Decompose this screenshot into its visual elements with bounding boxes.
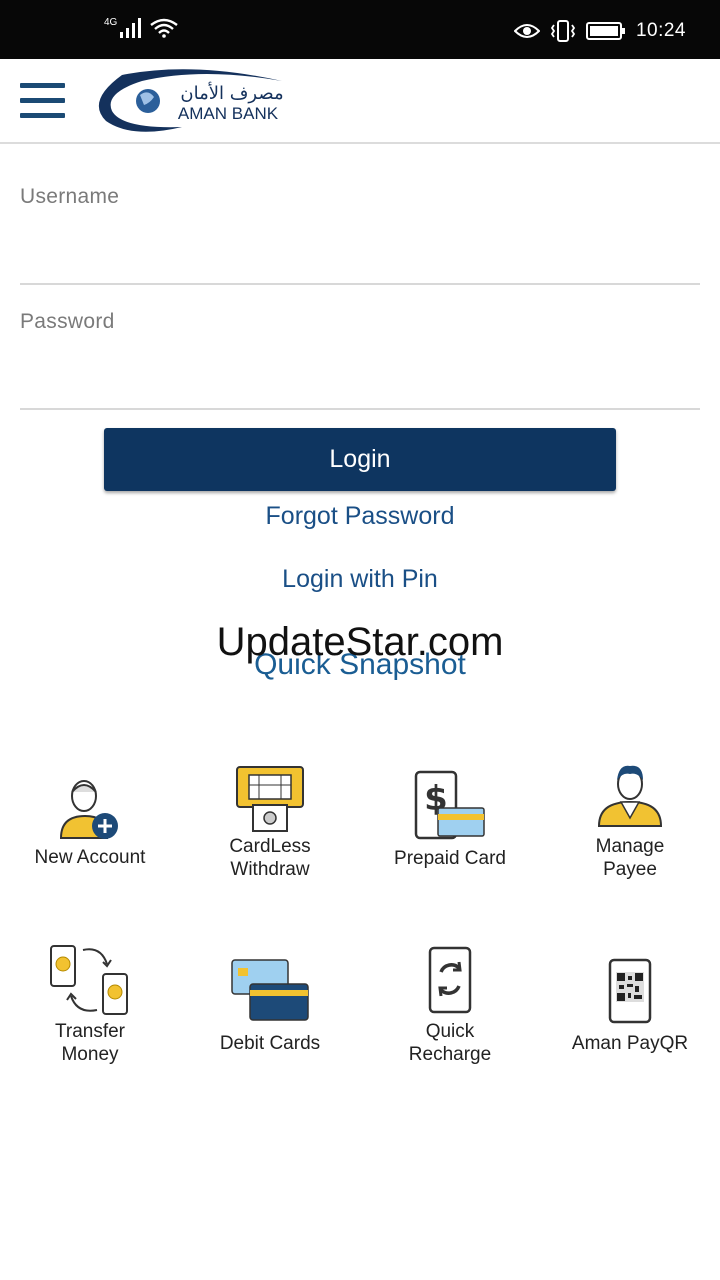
aman-payqr-label: Aman PayQR <box>571 1033 689 1054</box>
cardless-withdraw-label: CardLess Withdraw <box>229 836 311 880</box>
username-field: Username <box>20 185 704 285</box>
new-account-label: New Account <box>34 847 146 868</box>
new-account-button[interactable]: New Account <box>0 760 180 890</box>
logo-english-text: AMAN BANK <box>178 104 279 123</box>
menu-icon-bar <box>20 98 65 103</box>
password-field: Password <box>20 310 704 410</box>
payee-icon <box>597 765 663 827</box>
menu-button[interactable] <box>20 83 66 119</box>
aman-payqr-button[interactable]: Aman PayQR <box>540 940 720 1070</box>
debit-cards-label: Debit Cards <box>219 1033 321 1054</box>
password-label: Password <box>20 310 115 333</box>
forgot-password-link[interactable]: Forgot Password <box>0 502 720 531</box>
aman-bank-logo: مصرف الأمان AMAN BANK <box>98 69 284 132</box>
vibrate-icon <box>550 20 576 42</box>
password-input[interactable] <box>20 364 704 402</box>
status-bar: 4G 10:24 <box>0 0 720 59</box>
new-account-icon <box>59 780 118 839</box>
login-button[interactable]: Login <box>104 428 616 491</box>
quick-recharge-button[interactable]: Quick Recharge <box>360 940 540 1070</box>
manage-payee-label: Manage Payee <box>595 836 665 880</box>
watermark-text: UpdateStar.com <box>216 620 504 664</box>
quick-recharge-label: Quick Recharge <box>408 1021 492 1065</box>
signal-icon <box>120 18 142 38</box>
prepaid-card-icon: $ <box>414 770 485 840</box>
debit-cards-icon <box>231 959 309 1021</box>
status-right: 10:24 <box>513 20 686 42</box>
qr-code-icon <box>608 958 652 1024</box>
recharge-icon <box>428 946 472 1014</box>
app-bar: مصرف الأمان AMAN BANK <box>0 59 720 144</box>
clock: 10:24 <box>635 20 686 41</box>
debit-cards-button[interactable]: Debit Cards <box>180 940 360 1070</box>
menu-icon-bar <box>20 113 65 118</box>
status-left: 4G <box>104 17 179 38</box>
atm-icon <box>236 766 304 832</box>
prepaid-card-button[interactable]: $ Prepaid Card <box>360 760 540 890</box>
username-input[interactable] <box>20 239 704 277</box>
network-type: 4G <box>104 17 118 28</box>
transfer-money-label: Transfer Money <box>54 1021 126 1065</box>
manage-payee-button[interactable]: Manage Payee <box>540 760 720 890</box>
battery-icon <box>585 22 625 40</box>
transfer-icon <box>50 945 128 1015</box>
cardless-withdraw-button[interactable]: CardLess Withdraw <box>180 760 360 890</box>
username-label: Username <box>20 185 120 208</box>
eye-icon <box>513 24 540 38</box>
logo-arabic-text: مصرف الأمان <box>180 82 283 104</box>
prepaid-card-label: Prepaid Card <box>394 848 506 869</box>
wifi-icon <box>150 18 179 38</box>
menu-icon-bar <box>20 83 65 88</box>
transfer-money-button[interactable]: Transfer Money <box>0 940 180 1070</box>
login-with-pin-link[interactable]: Login with Pin <box>0 565 720 594</box>
